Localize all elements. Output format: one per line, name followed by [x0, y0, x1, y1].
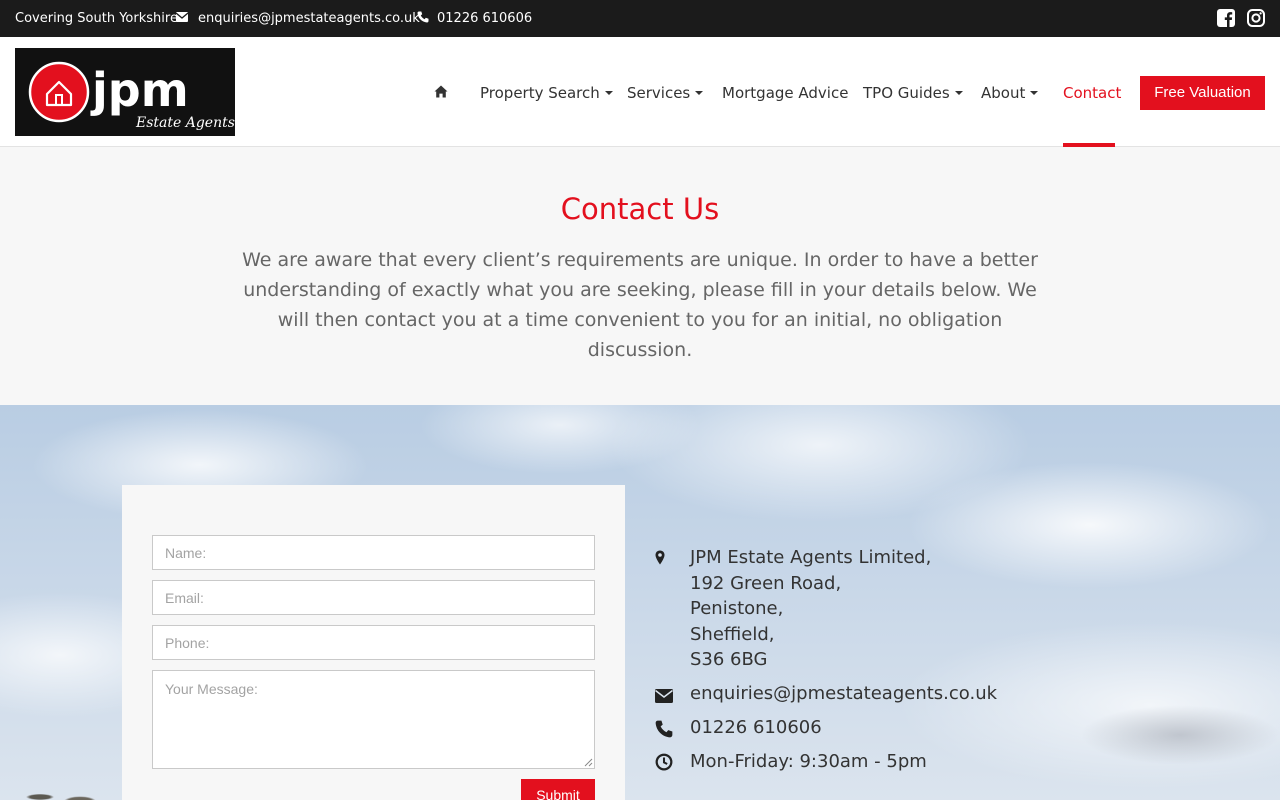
- topbar-phone-link[interactable]: 01226 610606: [437, 11, 532, 26]
- chevron-down-icon: [1030, 90, 1039, 95]
- submit-button[interactable]: Submit: [521, 779, 595, 800]
- nav-mortgage-advice-label: Mortgage Advice: [722, 84, 849, 102]
- map-marker-icon: [655, 550, 665, 565]
- top-bar: Covering South Yorkshire enquiries@jpmes…: [0, 0, 1280, 37]
- nav-property-search[interactable]: Property Search: [480, 84, 613, 102]
- home-icon[interactable]: [434, 85, 448, 98]
- active-nav-indicator: [1063, 143, 1115, 147]
- phone-input[interactable]: [152, 625, 595, 660]
- nav-tpo-guides-label: TPO Guides: [863, 84, 950, 102]
- phone-icon: [417, 11, 429, 23]
- nav-contact-label: Contact: [1063, 84, 1122, 102]
- page-title: Contact Us: [560, 192, 720, 226]
- phone-icon: [655, 720, 673, 738]
- address-line: Penistone,: [690, 598, 784, 619]
- free-valuation-button[interactable]: Free Valuation: [1140, 76, 1265, 110]
- coverage-text: Covering South Yorkshire: [15, 11, 178, 26]
- tree-silhouettes: [0, 777, 130, 800]
- address-line: Sheffield,: [690, 623, 775, 645]
- facebook-icon[interactable]: [1217, 9, 1235, 27]
- intro-paragraph: We are aware that every client’s require…: [242, 249, 1038, 361]
- address-line: JPM Estate Agents Limited,: [690, 547, 932, 568]
- jpm-logo[interactable]: jpm Estate Agents: [15, 48, 235, 136]
- chevron-down-icon: [695, 90, 704, 95]
- chevron-down-icon: [954, 90, 963, 95]
- clock-icon: [655, 753, 673, 771]
- logo-graphic: jpm Estate Agents: [15, 48, 235, 136]
- contact-phone-link[interactable]: 01226 610606: [690, 715, 822, 741]
- envelope-icon: [176, 12, 188, 22]
- email-input[interactable]: [152, 580, 595, 615]
- contact-form: Submit: [122, 485, 625, 800]
- topbar-email-link[interactable]: enquiries@jpmestateagents.co.uk: [198, 11, 420, 26]
- contact-section: Submit JPM Estate Agents Limited, 192 Gr…: [0, 405, 1280, 800]
- nav-mortgage-advice[interactable]: Mortgage Advice: [722, 84, 848, 102]
- nav-services-label: Services: [627, 84, 691, 102]
- nav-tpo-guides[interactable]: TPO Guides: [863, 84, 963, 102]
- nav-services[interactable]: Services: [627, 84, 704, 102]
- logo-brand: jpm: [90, 63, 189, 117]
- site-header: jpm Estate Agents Property Search Servic…: [0, 37, 1280, 147]
- chevron-down-icon: [604, 90, 613, 95]
- office-address: JPM Estate Agents Limited, 192 Green Roa…: [690, 545, 931, 673]
- nav-contact[interactable]: Contact: [1063, 84, 1121, 102]
- resize-grip-icon[interactable]: [583, 757, 593, 767]
- sky-background: [1080, 705, 1280, 765]
- contact-email-link[interactable]: enquiries@jpmestateagents.co.uk: [690, 681, 997, 707]
- name-input[interactable]: [152, 535, 595, 570]
- opening-hours: Mon-Friday: 9:30am - 5pm: [690, 751, 927, 772]
- message-textarea[interactable]: [152, 670, 595, 769]
- nav-property-search-label: Property Search: [480, 84, 600, 102]
- address-line: S36 6BG: [690, 649, 768, 670]
- logo-tagline: Estate Agents: [135, 115, 235, 131]
- nav-about[interactable]: About: [981, 84, 1039, 102]
- instagram-icon[interactable]: [1247, 9, 1265, 27]
- address-line: 192 Green Road,: [690, 572, 842, 594]
- nav-about-label: About: [981, 84, 1026, 102]
- envelope-icon: [655, 689, 673, 703]
